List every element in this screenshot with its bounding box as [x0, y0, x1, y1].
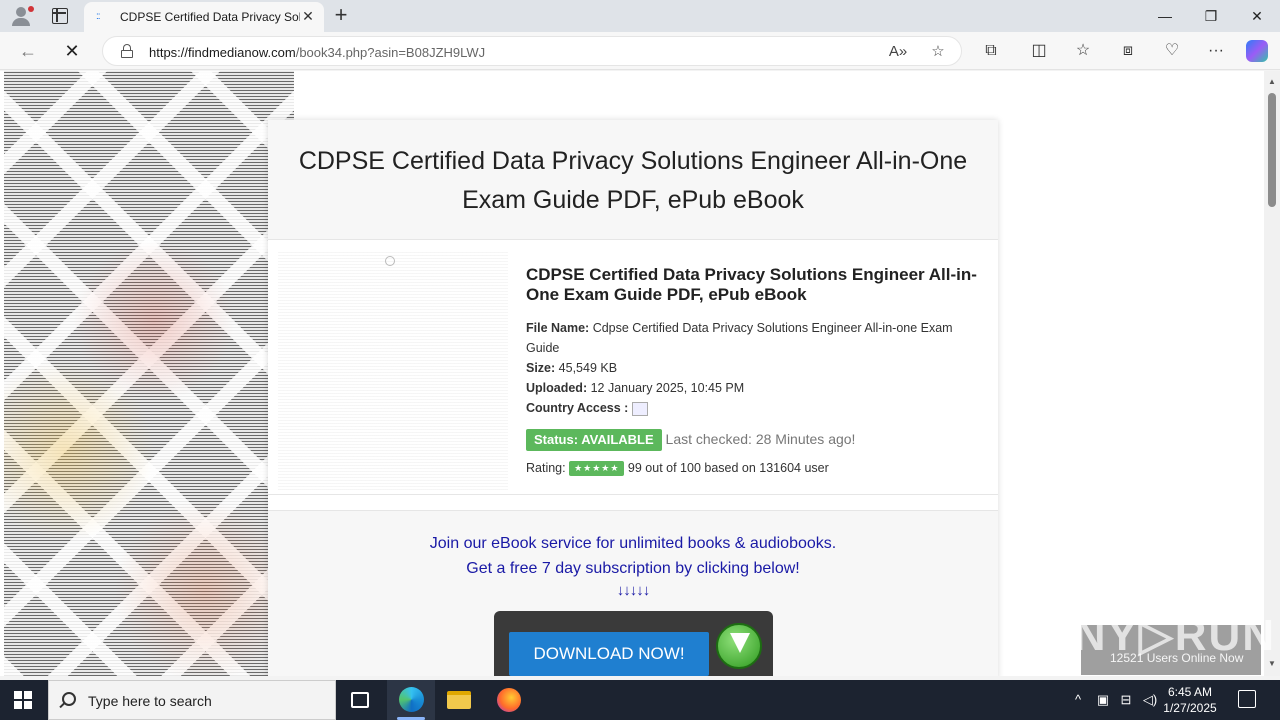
collections-icon[interactable]: ⧈	[1116, 39, 1140, 63]
uploaded-label: Uploaded:	[526, 381, 588, 395]
rating-line: Rating: ★★★★★ 99 out of 100 based on 131…	[526, 459, 986, 477]
tab-close-icon[interactable]: ✕	[300, 8, 316, 24]
extensions-icon[interactable]: ⧉	[979, 39, 1003, 63]
divider	[268, 494, 998, 495]
download-arrow-icon[interactable]	[716, 623, 762, 669]
star-rating-icon: ★★★★★	[569, 461, 625, 477]
page-viewport: CDPSE Certified Data Privacy Solutions E…	[0, 71, 1264, 676]
promo-text: Join our eBook service for unlimited boo…	[268, 531, 998, 581]
down-arrows: ↓↓↓↓↓	[616, 582, 651, 599]
profile-body	[12, 18, 30, 26]
country-flag-icon	[631, 401, 648, 416]
folder-icon	[447, 691, 471, 709]
minimize-button[interactable]: —	[1142, 0, 1188, 32]
taskbar-edge[interactable]	[387, 680, 435, 720]
scrollbar-thumb[interactable]	[1268, 93, 1276, 207]
promo-line-1: Join our eBook service for unlimited boo…	[429, 535, 837, 552]
more-menu-icon[interactable]: ···	[1204, 39, 1228, 63]
file-name-value: Cdpse Certified Data Privacy Solutions E…	[526, 321, 953, 355]
download-banner[interactable]: DOWNLOAD NOW!	[494, 611, 773, 676]
cover-loading-indicator	[385, 256, 395, 266]
copilot-icon[interactable]	[1246, 40, 1268, 62]
profile-icon[interactable]	[10, 6, 34, 26]
windows-start-icon[interactable]	[14, 691, 32, 709]
system-clock[interactable]: 6:45 AM 1/27/2025	[1160, 684, 1220, 716]
tray-network-icon[interactable]: ⊟	[1117, 690, 1135, 710]
clock-date: 1/27/2025	[1163, 701, 1217, 715]
navigation-bar: ← ✕ https://findmedianow.com/book34.php?…	[0, 32, 1280, 70]
tab-title: CDPSE Certified Data Privacy Solu	[120, 10, 300, 24]
start-pane	[24, 691, 32, 699]
favorites-icon[interactable]: ☆	[1071, 39, 1095, 63]
tab-actions-icon[interactable]	[52, 8, 68, 24]
restore-button[interactable]: ❐	[1188, 0, 1234, 32]
loading-favicon-icon: ::	[96, 11, 101, 22]
size-value: 45,549 KB	[558, 361, 618, 375]
search-icon	[62, 692, 76, 706]
browser-essentials-icon[interactable]: ♡	[1160, 39, 1184, 63]
download-now-button[interactable]: DOWNLOAD NOW!	[509, 632, 709, 676]
background-book-collage	[4, 71, 294, 676]
uploaded-row: Uploaded: 12 January 2025, 10:45 PM	[526, 378, 986, 398]
size-label: Size:	[526, 361, 556, 375]
start-pane	[24, 701, 32, 709]
vertical-scrollbar[interactable]: ▲ ▼	[1264, 71, 1280, 676]
book-cover-image	[278, 250, 508, 490]
tab-bar: :: CDPSE Certified Data Privacy Solu ✕ +…	[0, 0, 1280, 32]
uploaded-value: 12 January 2025, 10:45 PM	[590, 381, 745, 395]
scroll-up-icon[interactable]: ▲	[1267, 77, 1277, 87]
size-row: Size: 45,549 KB	[526, 358, 986, 378]
close-window-button[interactable]: ✕	[1234, 0, 1280, 32]
rating-label: Rating:	[526, 461, 566, 475]
book-title: CDPSE Certified Data Privacy Solutions E…	[526, 265, 977, 304]
taskbar: Type here to search ^ ▣ ⊟ ◁) 6:45 AM 1/2…	[0, 680, 1280, 720]
read-aloud-icon[interactable]: A»	[887, 41, 909, 63]
promo-line-2: Get a free 7 day subscription by clickin…	[466, 560, 800, 577]
tray-chevron-icon[interactable]: ^	[1069, 690, 1087, 710]
favorite-star-icon[interactable]: ☆	[927, 41, 949, 63]
profile-head	[16, 7, 26, 17]
lock-icon[interactable]	[121, 44, 133, 58]
taskbar-file-explorer[interactable]	[435, 680, 483, 720]
status-line: Status: AVAILABLE Last checked: 28 Minut…	[526, 428, 986, 451]
card-header: CDPSE Certified Data Privacy Solutions E…	[268, 120, 998, 240]
taskbar-search[interactable]: Type here to search	[48, 680, 336, 720]
tray-volume-icon[interactable]: ◁)	[1141, 690, 1159, 710]
notification-icon[interactable]	[1238, 690, 1256, 708]
taskbar-firefox[interactable]	[484, 680, 532, 720]
last-checked: Last checked: 28 Minutes ago!	[665, 431, 856, 447]
lock-body	[121, 50, 133, 58]
book-info: CDPSE Certified Data Privacy Solutions E…	[526, 265, 986, 477]
back-button[interactable]: ←	[16, 39, 40, 63]
country-label: Country Access :	[526, 401, 629, 415]
country-row: Country Access :	[526, 398, 986, 418]
file-name-row: File Name: Cdpse Certified Data Privacy …	[526, 318, 986, 358]
task-view-button[interactable]	[336, 680, 384, 720]
url-text[interactable]: https://findmedianow.com/book34.php?asin…	[149, 45, 485, 60]
clock-time: 6:45 AM	[1167, 685, 1213, 699]
page-title: CDPSE Certified Data Privacy Solutions E…	[298, 147, 968, 214]
search-placeholder: Type here to search	[88, 693, 212, 709]
address-bar[interactable]: https://findmedianow.com/book34.php?asin…	[102, 36, 962, 66]
split-screen-icon[interactable]: ◫	[1027, 39, 1051, 63]
edge-icon	[399, 687, 424, 712]
start-pane	[14, 701, 22, 709]
status-badge: Status: AVAILABLE	[526, 429, 662, 451]
book-card: CDPSE Certified Data Privacy Solutions E…	[268, 120, 998, 676]
start-pane	[14, 691, 22, 699]
rating-text: 99 out of 100 based on 131604 user	[627, 461, 829, 475]
users-online-text: 12521 Users Online Now	[1110, 651, 1244, 665]
task-view-icon	[351, 692, 369, 708]
file-details: File Name: Cdpse Certified Data Privacy …	[526, 318, 986, 418]
url-host: https://findmedianow.com	[149, 45, 296, 60]
profile-notification-dot	[28, 6, 34, 12]
tray-device-icon[interactable]: ▣	[1094, 690, 1112, 710]
firefox-icon	[497, 688, 521, 712]
url-path: /book34.php?asin=B08JZH9LWJ	[295, 45, 486, 60]
browser-tab[interactable]: :: CDPSE Certified Data Privacy Solu ✕	[84, 2, 324, 32]
stop-loading-button[interactable]: ✕	[60, 39, 84, 63]
file-name-label: File Name:	[526, 321, 590, 335]
new-tab-button[interactable]: +	[332, 4, 350, 26]
